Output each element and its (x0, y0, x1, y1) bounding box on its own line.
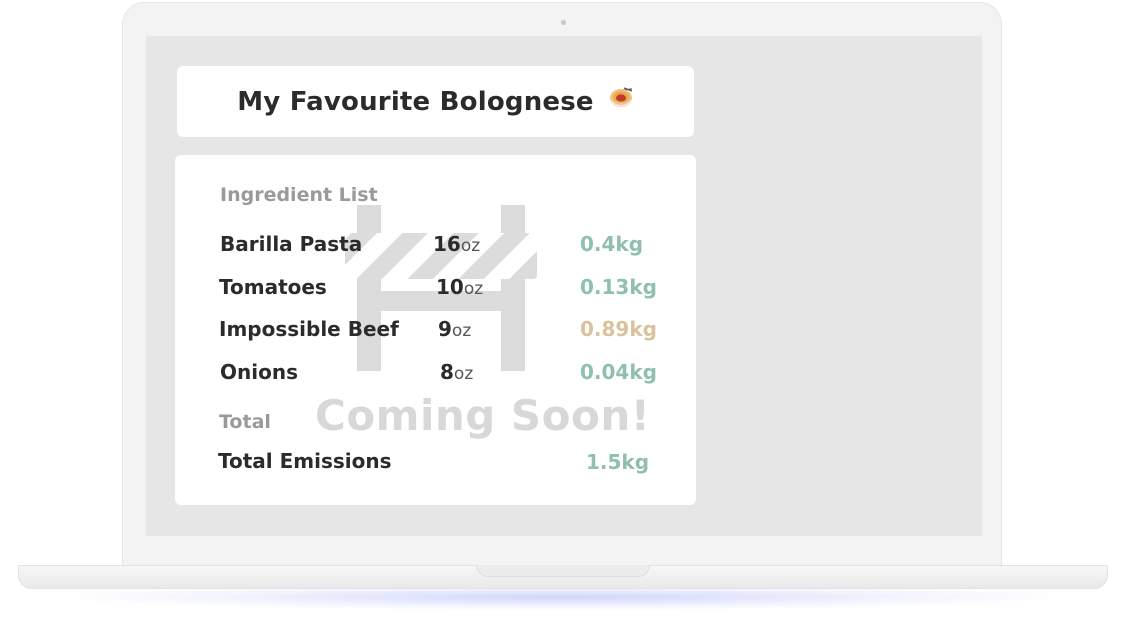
spaghetti-icon (608, 85, 634, 118)
coming-soon-overlay: Coming Soon! (315, 391, 651, 440)
ingredient-name: Onions (220, 360, 298, 384)
recipe-title: My Favourite Bolognese (237, 86, 594, 117)
ingredient-quantity: 8oz (440, 360, 474, 384)
ingredient-name: Barilla Pasta (220, 232, 363, 256)
ingredient-name: Tomatoes (219, 275, 327, 299)
ingredient-name: Impossible Beef (219, 317, 399, 341)
ingredient-emissions: 0.89kg (580, 317, 657, 341)
ingredient-emissions: 0.4kg (580, 232, 644, 256)
ingredient-quantity: 16oz (433, 232, 481, 256)
camera-icon (561, 20, 566, 25)
total-emissions-value: 1.5kg (586, 450, 650, 474)
recipe-title-card: My Favourite Bolognese (177, 66, 694, 137)
ingredient-emissions: 0.13kg (580, 275, 657, 299)
ingredient-emissions: 0.04kg (580, 360, 657, 384)
total-heading: Total (219, 411, 271, 433)
ingredient-list-heading: Ingredient List (220, 184, 378, 206)
page-title: My Favourite Bolognese (177, 66, 694, 137)
ingredient-quantity: 10oz (436, 275, 484, 299)
ingredient-list-card: Coming Soon! Ingredient List Barilla Pas… (175, 155, 696, 505)
ingredient-quantity: 9oz (438, 317, 472, 341)
total-emissions-label: Total Emissions (218, 449, 392, 473)
laptop-notch (476, 565, 650, 577)
